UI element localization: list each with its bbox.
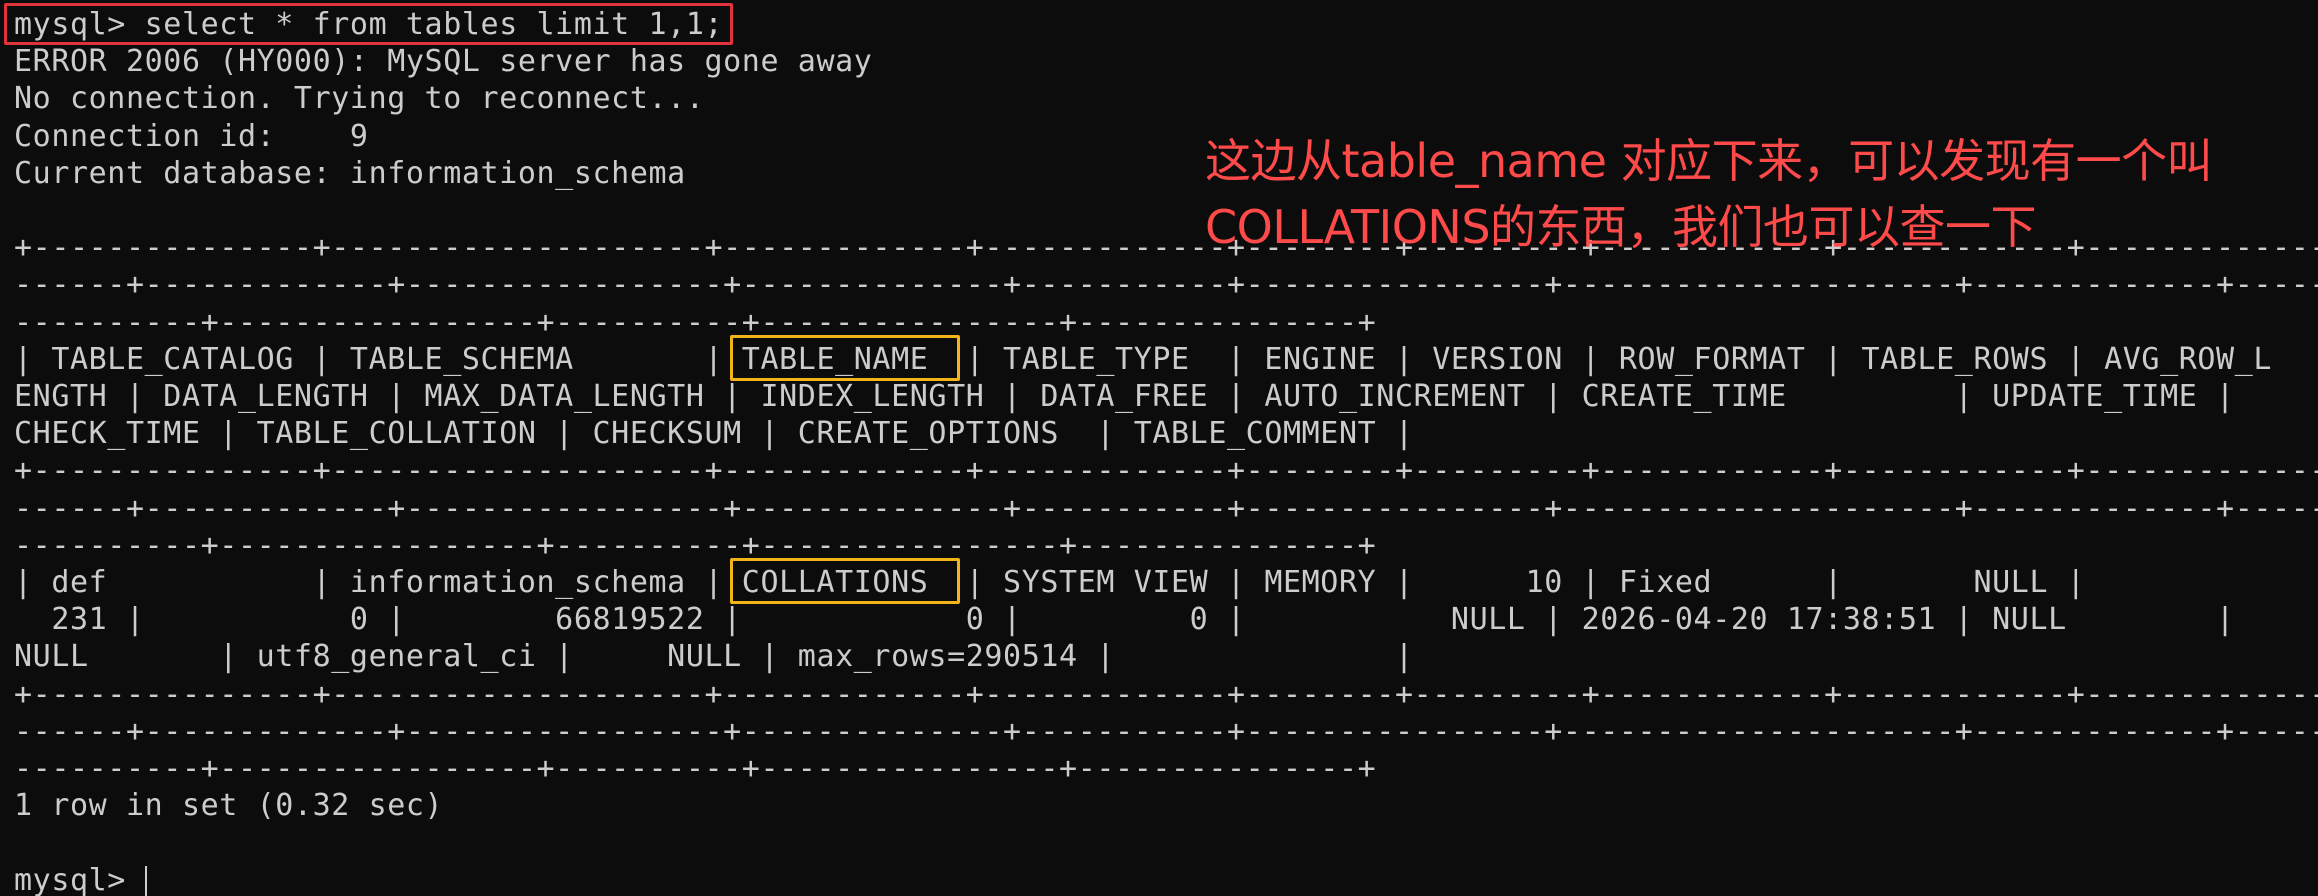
- reconnect-line: No connection. Trying to reconnect...: [14, 81, 705, 116]
- table-border-line: ----------+-----------------+----------+…: [14, 528, 1377, 563]
- annotation-note: 这边从table_name 对应下来，可以发现有一个叫 COLLATIONS的东西…: [1205, 128, 2213, 260]
- command-highlight-box: [4, 3, 733, 45]
- table-header-line: CHECK_TIME | TABLE_COLLATION | CHECKSUM …: [14, 416, 1414, 451]
- table-border-line: ----------+-----------------+----------+…: [14, 305, 1377, 340]
- result-summary-line: 1 row in set (0.32 sec): [14, 788, 444, 823]
- table-row-line: NULL | utf8_general_ci | NULL | max_rows…: [14, 639, 1414, 674]
- collations-value-highlight: [730, 558, 960, 604]
- annotation-line-1: 这边从table_name 对应下来，可以发现有一个叫: [1205, 134, 2213, 188]
- table-name-header-highlight: [730, 335, 960, 381]
- prompt-line[interactable]: mysql>: [14, 862, 145, 896]
- table-border-line: +---------------+--------------------+--…: [14, 677, 2318, 712]
- table-border-line: ----------+-----------------+----------+…: [14, 751, 1377, 786]
- table-header-line: ENGTH | DATA_LENGTH | MAX_DATA_LENGTH | …: [14, 379, 2235, 414]
- table-border-line: ------+-------------+-----------------+-…: [14, 267, 2318, 302]
- annotation-line-2: COLLATIONS的东西，我们也可以查一下: [1205, 200, 2037, 254]
- table-border-line: +---------------+--------------------+--…: [14, 453, 2318, 488]
- error-line: ERROR 2006 (HY000): MySQL server has gon…: [14, 44, 873, 79]
- table-row-line: 231 | 0 | 66819522 | 0 | 0 | NULL | 2026…: [14, 602, 2235, 637]
- text-cursor: [145, 866, 147, 896]
- table-border-line: ------+-------------+-----------------+-…: [14, 491, 2318, 526]
- connection-id-line: Connection id: 9: [14, 119, 369, 154]
- terminal-window[interactable]: mysql> select * from tables limit 1,1; E…: [0, 0, 2318, 896]
- table-header-line: | TABLE_CATALOG | TABLE_SCHEMA | TABLE_N…: [14, 342, 2273, 377]
- table-row-line: | def | information_schema | COLLATIONS …: [14, 565, 2086, 600]
- current-database-line: Current database: information_schema: [14, 156, 686, 191]
- table-border-line: ------+-------------+-----------------+-…: [14, 714, 2318, 749]
